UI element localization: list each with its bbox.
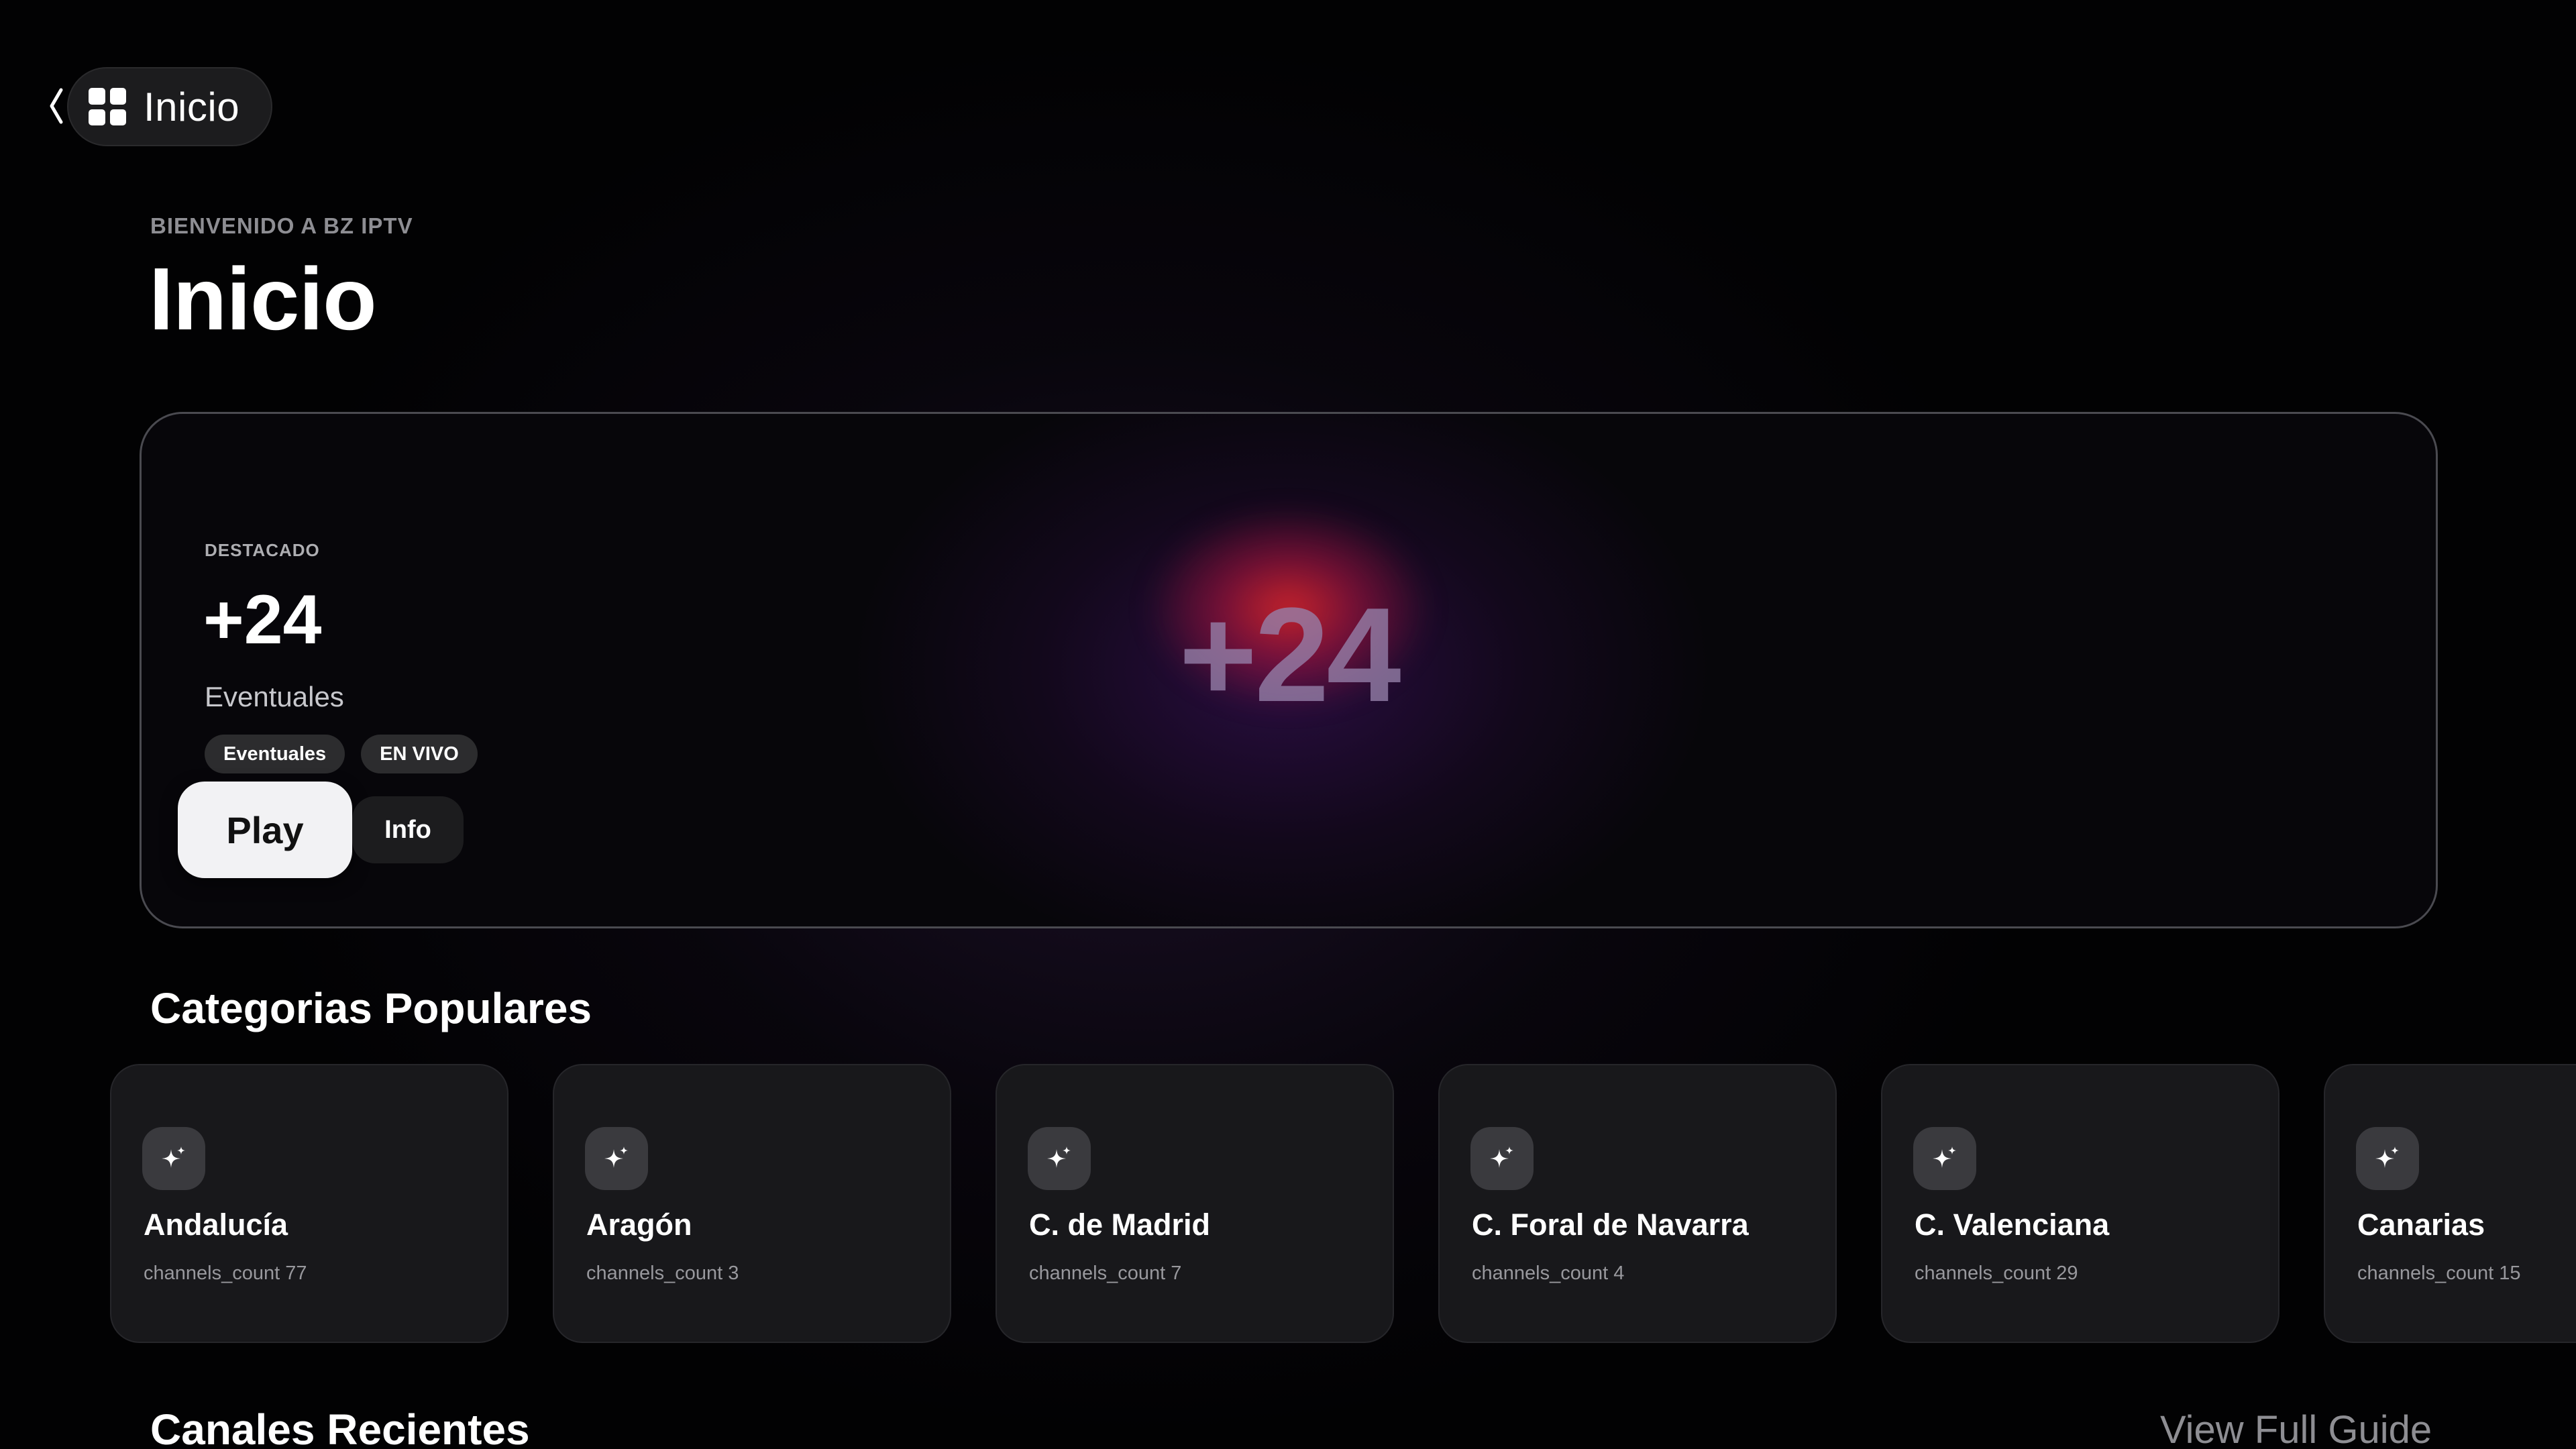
hero-channel-logo: +24 [1179, 580, 1401, 730]
category-card-aragon[interactable]: Aragón channels_count 3 [553, 1064, 951, 1343]
welcome-eyebrow: BIENVENIDO A BZ IPTV [150, 213, 413, 238]
category-name: C. Valenciana [1915, 1208, 2110, 1242]
page-title: Inicio [149, 250, 377, 348]
categories-row: Andalucía channels_count 77 Aragón chann… [110, 1064, 2576, 1343]
category-card-madrid[interactable]: C. de Madrid channels_count 7 [996, 1064, 1394, 1343]
sparkles-icon [585, 1127, 648, 1190]
category-name: Aragón [586, 1208, 692, 1242]
category-card-andalucia[interactable]: Andalucía channels_count 77 [110, 1064, 508, 1343]
category-card-canarias[interactable]: Canarias channels_count 15 [2324, 1064, 2576, 1343]
nav-label: Inicio [144, 84, 240, 129]
play-button[interactable]: Play [178, 782, 352, 878]
category-count: channels_count 77 [144, 1263, 307, 1284]
category-count: channels_count 15 [2357, 1263, 2521, 1284]
info-button[interactable]: Info [352, 796, 464, 863]
sparkles-icon [1028, 1127, 1091, 1190]
featured-tags: Eventuales EN VIVO [205, 735, 478, 773]
category-count: channels_count 7 [1029, 1263, 1182, 1284]
category-name: Canarias [2357, 1208, 2485, 1242]
featured-hero-card[interactable]: +24 DESTACADO +24 Eventuales Eventuales … [140, 412, 2438, 928]
tag-category: Eventuales [205, 735, 345, 773]
featured-subtitle: Eventuales [205, 681, 344, 712]
category-name: C. Foral de Navarra [1472, 1208, 1749, 1242]
featured-title: +24 [203, 581, 322, 659]
category-count: channels_count 4 [1472, 1263, 1625, 1284]
featured-eyebrow: DESTACADO [205, 540, 320, 560]
sparkles-icon [142, 1127, 205, 1190]
category-name: Andalucía [144, 1208, 288, 1242]
categories-section-title: Categorias Populares [150, 984, 592, 1032]
category-count: channels_count 3 [586, 1263, 739, 1284]
app-root: Inicio BIENVENIDO A BZ IPTV Inicio +24 D… [0, 0, 2576, 1449]
category-count: channels_count 29 [1915, 1263, 2078, 1284]
sparkles-icon [2356, 1127, 2419, 1190]
recent-section-title: Canales Recientes [150, 1405, 530, 1449]
category-card-navarra[interactable]: C. Foral de Navarra channels_count 4 [1438, 1064, 1837, 1343]
category-card-valenciana[interactable]: C. Valenciana channels_count 29 [1881, 1064, 2279, 1343]
tag-live: EN VIVO [361, 735, 478, 773]
view-full-guide-link[interactable]: View Full Guide [2160, 1407, 2432, 1449]
nav-home-button[interactable]: Inicio [67, 67, 272, 146]
category-name: C. de Madrid [1029, 1208, 1211, 1242]
featured-actions: Play Info [178, 782, 464, 878]
grid-icon [89, 88, 126, 125]
sparkles-icon [1470, 1127, 1534, 1190]
sparkles-icon [1913, 1127, 1976, 1190]
chevron-left-icon[interactable] [46, 86, 66, 126]
